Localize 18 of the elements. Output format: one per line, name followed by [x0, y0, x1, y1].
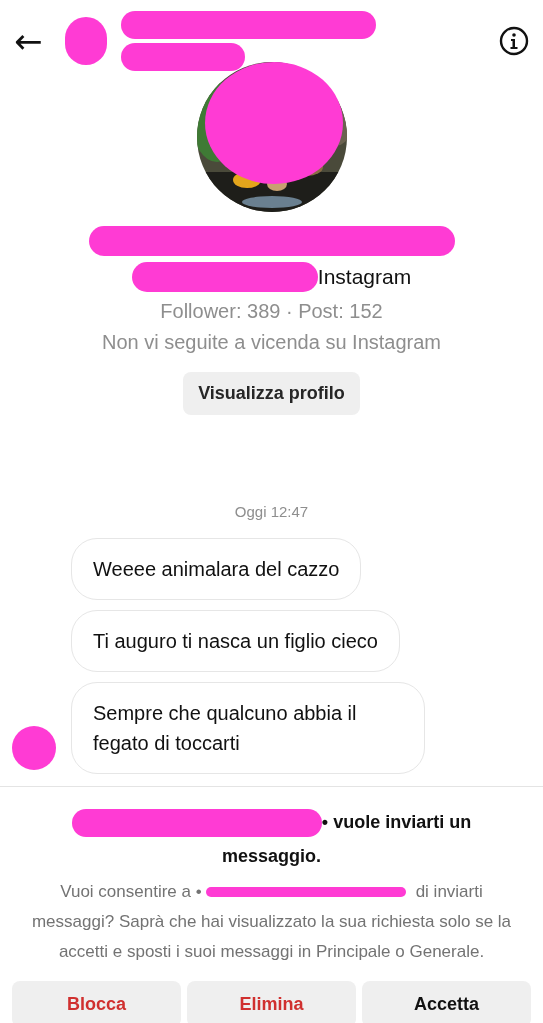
message-bubble: Ti auguro ti nasca un figlio cieco: [71, 610, 400, 672]
request-title: • vuole inviarti un messaggio.: [221, 812, 472, 866]
consent-text: di inviarti: [415, 881, 483, 903]
consent-text: messaggi? Saprà che hai visualizzato la sua richiesta solo se la accetti e sposti i suoi messaggi in Principale o Generale.: [30, 911, 513, 963]
message-bubble: Weeee animalara del cazzo: [71, 538, 362, 600]
danger-button[interactable]: Elimina: [187, 981, 356, 1023]
timestamp: Oggi 12:47: [233, 503, 310, 520]
redaction-mark: [64, 17, 107, 65]
accept-button[interactable]: Accetta: [362, 981, 531, 1023]
danger-button[interactable]: Blocca: [12, 981, 181, 1023]
profile-subtitle: Instagram: [317, 265, 412, 289]
info-icon[interactable]: [499, 26, 529, 56]
consent-text: Vuoi consentire a •: [60, 881, 202, 903]
follow-status: Non vi seguite a vicenda su Instagram: [100, 331, 443, 354]
back-button[interactable]: ←: [14, 24, 43, 58]
profile-stats: Follower: 389 · Post: 152: [159, 300, 384, 323]
view-profile-button[interactable]: Visualizza profilo: [183, 372, 360, 415]
message-bubble: Sempre che qualcuno abbia il fegato di toccarti: [71, 682, 425, 774]
